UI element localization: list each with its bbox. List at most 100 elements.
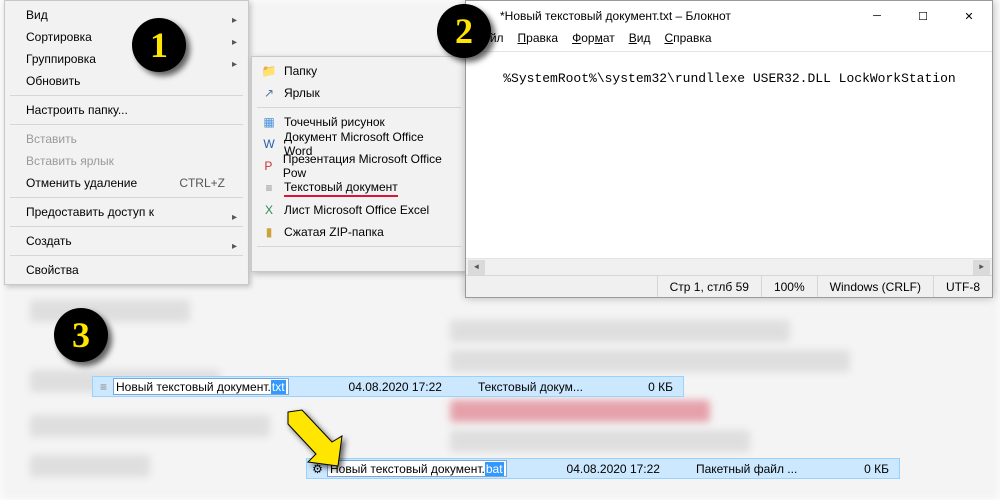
shortcut-icon: ↗ (261, 85, 277, 101)
status-eol: Windows (CRLF) (817, 276, 933, 297)
ctx-share-access[interactable]: Предоставить доступ к (8, 201, 245, 223)
file-row-bat[interactable]: ⚙ Новый текстовый документ.bat 04.08.202… (306, 458, 900, 479)
file-type: Пакетный файл ... (678, 462, 815, 476)
step-badge-2: 2 (437, 4, 491, 58)
ctx-label: Вид (26, 8, 48, 22)
sub-label: Точечный рисунок (284, 115, 385, 129)
filename-edit[interactable]: Новый текстовый документ.txt (113, 378, 289, 395)
scroll-left-icon[interactable]: ◄ (468, 260, 485, 275)
sub-textdoc[interactable]: ≡ Текстовый документ (255, 177, 463, 199)
ctx-label: Группировка (26, 52, 96, 66)
file-date: 04.08.2020 17:22 (331, 380, 460, 394)
maximize-button[interactable]: ☐ (900, 1, 946, 31)
powerpoint-icon: P (261, 158, 276, 174)
blur-decoration (450, 350, 850, 372)
sub-label: Текстовый документ (284, 180, 398, 197)
ctx-label: Вставить ярлык (26, 154, 114, 168)
text-file-icon: ≡ (93, 380, 111, 394)
hotkey-label: CTRL+Z (179, 176, 225, 190)
separator (257, 107, 461, 108)
notepad-menubar: ФаФайлйл Правка Формат Вид Справка (466, 31, 992, 51)
bitmap-icon: ▦ (261, 114, 277, 130)
step-badge-1: 1 (132, 18, 186, 72)
separator (10, 197, 243, 198)
annotation-arrow (280, 404, 340, 464)
badge-number: 2 (455, 10, 473, 52)
context-menu: Вид Сортировка Группировка Обновить Наст… (4, 0, 249, 285)
ctx-view[interactable]: Вид (8, 4, 245, 26)
sub-excel[interactable]: X Лист Microsoft Office Excel (255, 199, 463, 221)
ctx-customize-folder[interactable]: Настроить папку... (8, 99, 245, 121)
horizontal-scrollbar[interactable]: ◄ ► (466, 258, 992, 275)
excel-icon: X (261, 202, 277, 218)
ctx-label: Создать (26, 234, 72, 248)
blur-decoration (450, 320, 790, 342)
window-title: *Новый текстовый документ.txt – Блокнот (474, 9, 731, 23)
window-controls: ─ ☐ ✕ (854, 1, 992, 31)
zip-icon: ▮ (261, 224, 277, 240)
menu-format[interactable]: Формат (572, 31, 615, 49)
close-button[interactable]: ✕ (946, 1, 992, 31)
ctx-label: Настроить папку... (26, 103, 128, 117)
minimize-button[interactable]: ─ (854, 1, 900, 31)
sub-label: Сжатая ZIP-папка (284, 225, 384, 239)
blur-decoration (30, 300, 190, 322)
ctx-properties[interactable]: Свойства (8, 259, 245, 281)
scroll-right-icon[interactable]: ► (973, 260, 990, 275)
folder-icon: 📁 (261, 63, 277, 79)
ctx-group[interactable]: Группировка (8, 48, 245, 70)
notepad-editor[interactable]: %SystemRoot%\system32\rundllexe USER32.D… (466, 51, 992, 275)
ctx-undo-delete[interactable]: Отменить удаление CTRL+Z (8, 172, 245, 194)
statusbar: Стр 1, стлб 59 100% Windows (CRLF) UTF-8 (466, 275, 992, 297)
filename-base: Новый текстовый документ. (330, 462, 485, 476)
badge-number: 3 (72, 314, 90, 356)
editor-content: %SystemRoot%\system32\rundllexe USER32.D… (503, 71, 955, 86)
sub-label: Презентация Microsoft Office Pow (283, 152, 455, 180)
sub-folder[interactable]: 📁Папку (255, 60, 463, 82)
ctx-paste: Вставить (8, 128, 245, 150)
separator (10, 255, 243, 256)
file-size: 0 КБ (846, 462, 899, 476)
submenu-spacer (255, 250, 463, 268)
separator (257, 246, 461, 247)
ctx-label: Вставить (26, 132, 77, 146)
ctx-label: Обновить (26, 74, 80, 88)
text-icon: ≡ (261, 180, 277, 196)
separator (10, 226, 243, 227)
blur-decoration (30, 455, 150, 477)
menu-view[interactable]: Вид (629, 31, 651, 49)
menu-edit[interactable]: Правка (518, 31, 559, 49)
file-row-txt[interactable]: ≡ Новый текстовый документ.txt 04.08.202… (92, 376, 684, 397)
blur-decoration (450, 430, 750, 452)
sub-shortcut[interactable]: ↗ Ярлык (255, 82, 463, 104)
word-icon: W (261, 136, 277, 152)
separator (10, 124, 243, 125)
separator (10, 95, 243, 96)
ctx-sort[interactable]: Сортировка (8, 26, 245, 48)
blur-decoration (450, 400, 710, 422)
filename-edit[interactable]: Новый текстовый документ.bat (327, 460, 507, 477)
file-date: 04.08.2020 17:22 (549, 462, 678, 476)
filename-base: Новый текстовый документ. (116, 380, 271, 394)
titlebar[interactable]: *Новый текстовый документ.txt – Блокнот … (466, 1, 992, 31)
menu-help[interactable]: Справка (664, 31, 711, 49)
create-submenu: 📁Папку ↗Ярлык ▦Точечный рисунок WДокумен… (251, 56, 467, 272)
filename-ext-selected: bat (485, 462, 504, 476)
badge-number: 1 (150, 24, 168, 66)
ctx-label: Отменить удаление (26, 176, 137, 190)
ctx-label: Сортировка (26, 30, 92, 44)
sub-label: Ярлык (284, 86, 320, 100)
file-type: Текстовый докум... (460, 380, 601, 394)
ctx-paste-shortcut: Вставить ярлык (8, 150, 245, 172)
file-size: 0 КБ (630, 380, 683, 394)
ctx-label: Предоставить доступ к (26, 205, 154, 219)
status-encoding: UTF-8 (933, 276, 992, 297)
notepad-window: *Новый текстовый документ.txt – Блокнот … (465, 0, 993, 298)
ctx-refresh[interactable]: Обновить (8, 70, 245, 92)
step-badge-3: 3 (54, 308, 108, 362)
sub-label: Лист Microsoft Office Excel (284, 203, 429, 217)
sub-zip[interactable]: ▮ Сжатая ZIP-папка (255, 221, 463, 243)
status-spacer (466, 276, 657, 297)
ctx-create[interactable]: Создать (8, 230, 245, 252)
sub-powerpoint[interactable]: P Презентация Microsoft Office Pow (255, 155, 463, 177)
